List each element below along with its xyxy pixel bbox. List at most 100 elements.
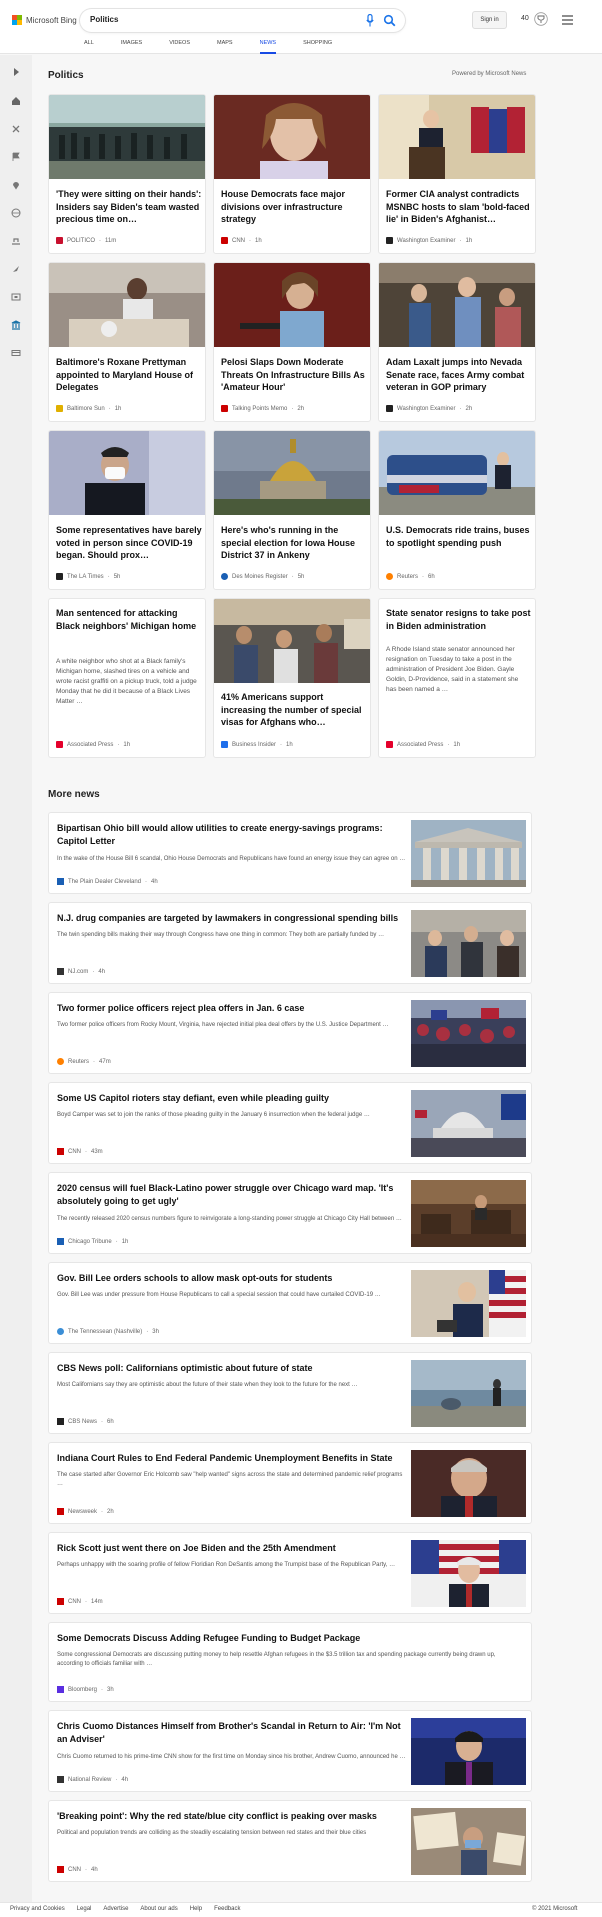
news-card-title[interactable]: U.S. Democrats ride trains, buses to spo… bbox=[386, 524, 532, 549]
money-icon[interactable] bbox=[11, 236, 21, 246]
film-icon[interactable] bbox=[11, 292, 21, 302]
more-news-title[interactable]: Chris Cuomo Distances Himself from Broth… bbox=[57, 1720, 407, 1745]
news-card-title[interactable]: State senator resigns to take post in Bi… bbox=[386, 607, 532, 632]
tab-maps[interactable]: MAPS bbox=[217, 40, 233, 54]
news-source[interactable]: Talking Points Memo · 2h bbox=[221, 405, 304, 412]
news-source[interactable]: National Review · 4h bbox=[57, 1776, 128, 1783]
powered-by-label[interactable]: Powered by Microsoft News bbox=[452, 71, 526, 77]
more-news-title[interactable]: N.J. drug companies are targeted by lawm… bbox=[57, 912, 407, 925]
news-card[interactable]: State senator resigns to take post in Bi… bbox=[378, 598, 536, 758]
news-source[interactable]: Reuters · 47m bbox=[57, 1058, 111, 1065]
more-news-item[interactable]: 2020 census will fuel Black-Latino power… bbox=[48, 1172, 532, 1254]
news-card[interactable]: Some representatives have barely voted i… bbox=[48, 430, 206, 590]
more-news-item[interactable]: Some US Capitol rioters stay defiant, ev… bbox=[48, 1082, 532, 1164]
news-source[interactable]: Washington Examiner · 1h bbox=[386, 237, 472, 244]
news-card[interactable]: U.S. Democrats ride trains, buses to spo… bbox=[378, 430, 536, 590]
more-news-title[interactable]: 2020 census will fuel Black-Latino power… bbox=[57, 1182, 407, 1207]
footer-link-feedback[interactable]: Feedback bbox=[214, 1906, 240, 1912]
rewards-points[interactable]: 40 bbox=[521, 15, 529, 22]
news-source[interactable]: CNN · 1h bbox=[221, 237, 262, 244]
search-box[interactable]: Politics bbox=[80, 9, 405, 32]
footer-link-privacy[interactable]: Privacy and Cookies bbox=[10, 1906, 65, 1912]
expand-arrow-icon[interactable] bbox=[11, 67, 21, 77]
microphone-icon[interactable] bbox=[366, 14, 374, 27]
bing-logo[interactable]: Microsoft Bing bbox=[12, 15, 77, 25]
home-icon[interactable] bbox=[11, 96, 21, 106]
news-source[interactable]: CNN · 43m bbox=[57, 1148, 103, 1155]
search-icon[interactable] bbox=[383, 14, 396, 27]
news-source[interactable]: Baltimore Sun · 1h bbox=[56, 405, 121, 412]
news-card[interactable]: Here's who's running in the special elec… bbox=[213, 430, 371, 590]
news-source[interactable]: The Tennessean (Nashville) · 3h bbox=[57, 1328, 159, 1335]
news-source[interactable]: CNN · 4h bbox=[57, 1866, 98, 1873]
news-card[interactable]: Adam Laxalt jumps into Nevada Senate rac… bbox=[378, 262, 536, 422]
more-news-item[interactable]: Indiana Court Rules to End Federal Pande… bbox=[48, 1442, 532, 1524]
news-source[interactable]: CNN · 14m bbox=[57, 1598, 103, 1605]
news-source[interactable]: Reuters · 6h bbox=[386, 573, 435, 580]
more-news-title[interactable]: Bipartisan Ohio bill would allow utiliti… bbox=[57, 822, 407, 847]
sparkle-icon[interactable] bbox=[11, 124, 21, 134]
footer-link-help[interactable]: Help bbox=[190, 1906, 202, 1912]
globe-icon[interactable] bbox=[11, 208, 21, 218]
news-source[interactable]: POLITICO · 11m bbox=[56, 237, 116, 244]
news-source[interactable]: Chicago Tribune · 1h bbox=[57, 1238, 128, 1245]
news-source[interactable]: Associated Press · 1h bbox=[56, 741, 130, 748]
rewards-trophy-icon[interactable] bbox=[534, 12, 548, 26]
more-news-title[interactable]: Indiana Court Rules to End Federal Pande… bbox=[57, 1452, 407, 1465]
politics-building-icon[interactable] bbox=[11, 320, 21, 330]
news-card[interactable]: 41% Americans support increasing the num… bbox=[213, 598, 371, 758]
news-card-title[interactable]: 41% Americans support increasing the num… bbox=[221, 691, 367, 729]
news-card-title[interactable]: Here's who's running in the special elec… bbox=[221, 524, 367, 562]
news-card[interactable]: Man sentenced for attacking Black neighb… bbox=[48, 598, 206, 758]
footer-link-legal[interactable]: Legal bbox=[77, 1906, 92, 1912]
news-card-title[interactable]: Baltimore's Roxane Prettyman appointed t… bbox=[56, 356, 202, 394]
more-news-item[interactable]: N.J. drug companies are targeted by lawm… bbox=[48, 902, 532, 984]
news-source[interactable]: The Plain Dealer Cleveland · 4h bbox=[57, 878, 158, 885]
news-source[interactable]: Business Insider · 1h bbox=[221, 741, 293, 748]
news-source[interactable]: The LA Times · 5h bbox=[56, 573, 120, 580]
news-source[interactable]: CBS News · 6h bbox=[57, 1418, 114, 1425]
news-card[interactable]: Pelosi Slaps Down Moderate Threats On In… bbox=[213, 262, 371, 422]
tab-shopping[interactable]: SHOPPING bbox=[303, 40, 332, 54]
news-card-title[interactable]: Pelosi Slaps Down Moderate Threats On In… bbox=[221, 356, 367, 394]
flag-icon[interactable] bbox=[11, 152, 21, 162]
more-news-item[interactable]: Rick Scott just went there on Joe Biden … bbox=[48, 1532, 532, 1614]
tab-news[interactable]: NEWS bbox=[259, 40, 277, 54]
more-news-item[interactable]: Two former police officers reject plea o… bbox=[48, 992, 532, 1074]
more-news-title[interactable]: Two former police officers reject plea o… bbox=[57, 1002, 407, 1015]
news-card-title[interactable]: Man sentenced for attacking Black neighb… bbox=[56, 607, 202, 632]
more-news-item[interactable]: Chris Cuomo Distances Himself from Broth… bbox=[48, 1710, 532, 1792]
more-news-title[interactable]: CBS News poll: Californians optimistic a… bbox=[57, 1362, 407, 1375]
more-news-title[interactable]: 'Breaking point': Why the red state/blue… bbox=[57, 1810, 407, 1823]
news-card[interactable]: Baltimore's Roxane Prettyman appointed t… bbox=[48, 262, 206, 422]
footer-link-advertise[interactable]: Advertise bbox=[103, 1906, 128, 1912]
news-source[interactable]: Associated Press · 1h bbox=[386, 741, 460, 748]
footer-link-about-ads[interactable]: About our ads bbox=[140, 1906, 177, 1912]
news-card-title[interactable]: Adam Laxalt jumps into Nevada Senate rac… bbox=[386, 356, 532, 394]
search-input[interactable]: Politics bbox=[90, 15, 118, 24]
more-news-item[interactable]: Gov. Bill Lee orders schools to allow ma… bbox=[48, 1262, 532, 1344]
news-card[interactable]: 'They were sitting on their hands': Insi… bbox=[48, 94, 206, 254]
more-news-title[interactable]: Rick Scott just went there on Joe Biden … bbox=[57, 1542, 407, 1555]
news-card-title[interactable]: Former CIA analyst contradicts MSNBC hos… bbox=[386, 188, 532, 226]
more-news-item[interactable]: Bipartisan Ohio bill would allow utiliti… bbox=[48, 812, 532, 894]
rocket-icon[interactable] bbox=[11, 264, 21, 274]
tab-videos[interactable]: VIDEOS bbox=[169, 40, 190, 54]
menu-icon[interactable] bbox=[562, 15, 573, 25]
news-source[interactable]: NJ.com · 4h bbox=[57, 968, 105, 975]
news-card-title[interactable]: 'They were sitting on their hands': Insi… bbox=[56, 188, 202, 226]
tab-all[interactable]: ALL bbox=[84, 40, 94, 54]
sign-in-button[interactable]: Sign in bbox=[472, 11, 507, 29]
news-source[interactable]: Des Moines Register · 5h bbox=[221, 573, 304, 580]
more-news-title[interactable]: Some Democrats Discuss Adding Refugee Fu… bbox=[57, 1632, 523, 1645]
news-card-title[interactable]: Some representatives have barely voted i… bbox=[56, 524, 202, 562]
news-card-title[interactable]: House Democrats face major divisions ove… bbox=[221, 188, 367, 226]
news-card[interactable]: House Democrats face major divisions ove… bbox=[213, 94, 371, 254]
more-news-title[interactable]: Some US Capitol rioters stay defiant, ev… bbox=[57, 1092, 407, 1105]
location-pin-icon[interactable] bbox=[11, 180, 21, 190]
more-news-item[interactable]: 'Breaking point': Why the red state/blue… bbox=[48, 1800, 532, 1882]
more-news-title[interactable]: Gov. Bill Lee orders schools to allow ma… bbox=[57, 1272, 407, 1285]
news-source[interactable]: Washington Examiner · 2h bbox=[386, 405, 472, 412]
more-news-item[interactable]: CBS News poll: Californians optimistic a… bbox=[48, 1352, 532, 1434]
tab-images[interactable]: IMAGES bbox=[121, 40, 142, 54]
